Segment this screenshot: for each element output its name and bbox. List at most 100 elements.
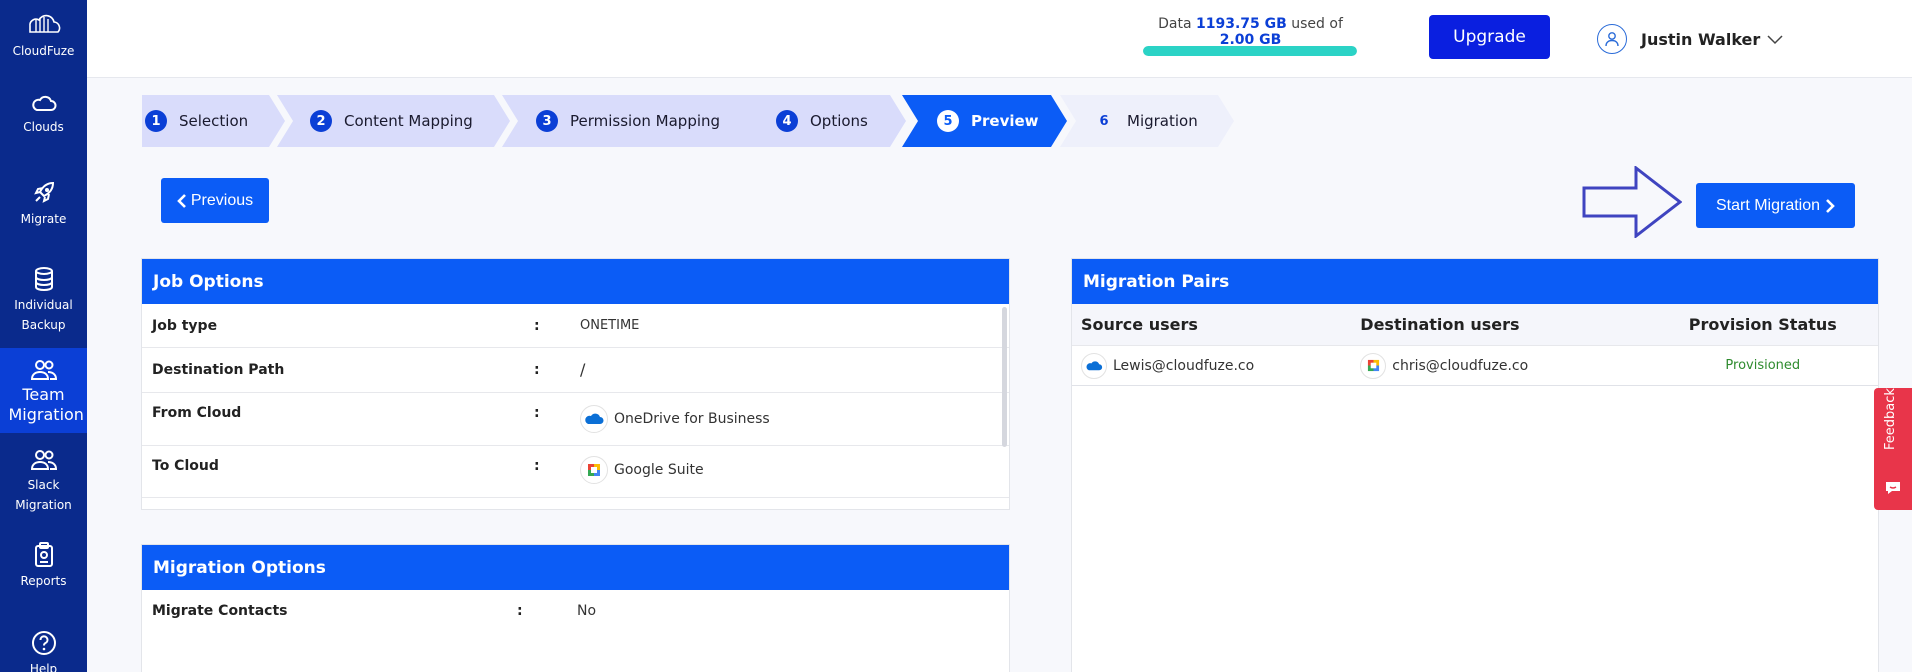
step-label: Preview: [971, 112, 1039, 130]
step-number: 6: [1099, 113, 1109, 129]
step-selection[interactable]: 1 Selection: [142, 95, 285, 147]
migration-pairs-panel: Migration Pairs Source users Destination…: [1071, 258, 1879, 672]
sidebar-item-label: Team Migration: [8, 385, 84, 424]
top-bar: Data 1193.75 GB used of 2.00 GB Upgrade …: [87, 0, 1912, 78]
step-content-mapping[interactable]: 2 Content Mapping: [277, 95, 510, 147]
step-options[interactable]: 4 Options: [740, 95, 906, 147]
cloud-name: Google Suite: [614, 462, 704, 478]
feedback-label: Feedback: [1883, 388, 1898, 450]
step-number: 4: [776, 110, 798, 132]
step-number: 3: [536, 110, 558, 132]
provision-status: Provisioned: [1725, 358, 1801, 373]
sidebar-item-slack-migration[interactable]: Slack Migration: [0, 448, 87, 515]
job-option-row: Destination Path : /: [142, 348, 1009, 393]
option-separator: :: [534, 318, 540, 334]
clipboard-icon: [34, 542, 53, 567]
chat-icon: [1886, 482, 1900, 494]
step-number: 1: [145, 110, 167, 132]
step-number: 5: [937, 110, 959, 132]
user-avatar-icon: [1597, 24, 1627, 54]
job-option-row: Job type : ONETIME: [142, 304, 1009, 348]
cloud-name: OneDrive for Business: [614, 411, 770, 427]
sidebar-item-label: Reports: [20, 574, 67, 588]
upgrade-button[interactable]: Upgrade: [1429, 15, 1550, 59]
option-value: ONETIME: [580, 318, 640, 333]
brand-name: CloudFuze: [12, 44, 75, 58]
sidebar-item-individual-backup[interactable]: Individual Backup: [0, 266, 87, 335]
usage-mid: used of: [1291, 16, 1343, 32]
chevron-down-icon: [1767, 35, 1783, 45]
sidebar-item-label: Help: [29, 662, 58, 672]
storage-usage-fill: [1143, 46, 1357, 56]
sidebar-item-label: Slack Migration: [15, 478, 72, 512]
step-label: Permission Mapping: [570, 112, 721, 130]
migration-options-title: Migration Options: [142, 545, 1009, 590]
option-value: No: [577, 603, 597, 619]
user-menu[interactable]: Justin Walker: [1597, 24, 1784, 54]
migration-pairs-title: Migration Pairs: [1072, 259, 1878, 304]
option-separator: :: [534, 362, 540, 378]
rocket-icon: [33, 181, 54, 203]
sidebar-item-label: Clouds: [23, 120, 64, 134]
option-key: Destination Path: [152, 362, 285, 378]
step-label: Content Mapping: [344, 112, 473, 130]
step-label: Options: [810, 112, 868, 130]
start-migration-button[interactable]: Start Migration: [1696, 183, 1855, 228]
previous-label: Previous: [190, 191, 254, 209]
sidebar-item-help[interactable]: Help: [0, 630, 87, 672]
storage-usage-text: Data 1193.75 GB used of 2.00 GB: [1143, 16, 1358, 48]
source-user: Lewis@cloudfuze.co: [1113, 357, 1255, 374]
migration-options-panel: Migration Options Migrate Contacts : No: [141, 544, 1010, 672]
sidebar: CloudFuze Clouds Migrate Individual Back…: [0, 0, 87, 672]
cloud-icon: [31, 95, 56, 111]
brand-logo[interactable]: CloudFuze: [0, 14, 87, 58]
option-key: Job type: [152, 318, 218, 334]
job-options-scrollbar[interactable]: [1002, 307, 1007, 447]
step-migration[interactable]: 6 Migration: [1060, 95, 1234, 147]
option-key: Migrate Contacts: [152, 603, 288, 619]
arrow-right-icon: [1582, 166, 1682, 238]
option-value-cloud: Google Suite: [580, 456, 704, 484]
storage-usage-bar: [1143, 46, 1357, 56]
migration-option-row: Migrate Contacts : No: [142, 590, 1009, 634]
option-key: To Cloud: [152, 458, 219, 474]
job-option-row: To Cloud : Google Suite: [142, 446, 1009, 498]
feedback-tab[interactable]: Feedback: [1874, 388, 1912, 510]
step-label: Migration: [1127, 112, 1198, 130]
chevron-right-icon: [1826, 198, 1835, 213]
column-header-status: Provision Status: [1688, 315, 1837, 334]
column-header-destination: Destination users: [1360, 315, 1520, 334]
usage-prefix: Data: [1158, 16, 1192, 32]
user-name: Justin Walker: [1641, 29, 1761, 49]
step-number: 2: [310, 110, 332, 132]
sidebar-item-label: Individual Backup: [14, 298, 73, 332]
column-header-source: Source users: [1081, 315, 1198, 334]
sidebar-item-clouds[interactable]: Clouds: [0, 94, 87, 137]
job-options-panel: Job Options Job type : ONETIME Destinati…: [141, 258, 1010, 510]
chevron-left-icon: [177, 193, 186, 208]
cloudfuze-logo-icon: [28, 14, 60, 33]
option-value-cloud: OneDrive for Business: [580, 405, 770, 433]
table-row[interactable]: Lewis@cloudfuze.co chris@cloudfuze.co Pr…: [1072, 346, 1878, 386]
onedrive-icon: [1081, 352, 1107, 379]
option-separator: :: [517, 603, 523, 619]
sidebar-item-migrate[interactable]: Migrate: [0, 180, 87, 229]
job-option-row: From Cloud : OneDrive for Business: [142, 393, 1009, 446]
usage-used: 1193.75 GB: [1196, 16, 1287, 32]
sidebar-item-reports[interactable]: Reports: [0, 542, 87, 591]
sidebar-item-team-migration[interactable]: Team Migration: [0, 348, 87, 433]
step-label: Selection: [179, 112, 249, 130]
job-options-title: Job Options: [142, 259, 1009, 304]
google-suite-icon: [580, 456, 608, 484]
previous-button[interactable]: Previous: [161, 178, 269, 223]
pair-source-cell: Lewis@cloudfuze.co: [1072, 352, 1360, 379]
step-preview[interactable]: 5 Preview: [902, 95, 1067, 147]
pair-destination-cell: chris@cloudfuze.co: [1360, 352, 1647, 379]
google-suite-icon: [1360, 352, 1387, 379]
option-separator: :: [534, 458, 540, 474]
sidebar-item-label: Migrate: [20, 212, 67, 226]
destination-user: chris@cloudfuze.co: [1392, 357, 1529, 374]
onedrive-icon: [580, 405, 608, 433]
users-icon: [30, 450, 57, 470]
pairs-table-header: Source users Destination users Provision…: [1072, 304, 1878, 346]
